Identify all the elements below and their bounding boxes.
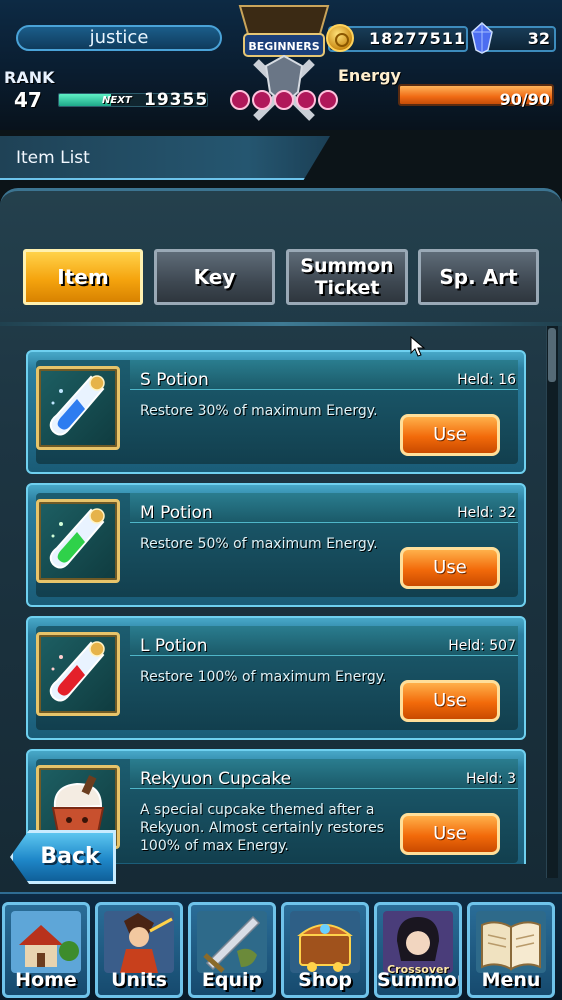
menu-book-icon xyxy=(476,911,546,973)
held-count: Held: 16 xyxy=(457,372,516,388)
list-item[interactable]: M Potion Held: 32 Restore 50% of maximum… xyxy=(26,483,526,607)
nav-label: Equip xyxy=(201,969,263,991)
item-name: L Potion xyxy=(140,636,208,656)
green-potion-icon xyxy=(49,508,105,569)
item-name: S Potion xyxy=(140,370,209,390)
nav-menu[interactable]: Menu xyxy=(467,902,555,998)
nav-label: Menu xyxy=(481,969,541,991)
tab-summon-line2: Ticket xyxy=(314,277,380,299)
scroll-thumb[interactable] xyxy=(548,328,556,382)
item-icon-frame xyxy=(36,499,120,583)
held-count: Held: 3 xyxy=(466,771,516,787)
item-description: A special cupcake themed after a Rekyuon… xyxy=(140,802,385,854)
next-exp-value: 19355 xyxy=(144,90,209,110)
tab-summon-ticket[interactable]: Summon Ticket xyxy=(286,249,408,305)
tab-summon-line1: Summon xyxy=(300,255,394,277)
use-button[interactable]: Use xyxy=(400,680,500,722)
player-name[interactable]: justice xyxy=(16,25,222,51)
held-count: Held: 507 xyxy=(448,638,516,654)
energy-label: Energy xyxy=(338,66,401,85)
use-button[interactable]: Use xyxy=(400,813,500,855)
item-description: Restore 50% of maximum Energy. xyxy=(140,536,378,552)
item-name: M Potion xyxy=(140,503,213,523)
item-icon-frame xyxy=(36,366,120,450)
next-label: NEXT xyxy=(102,95,132,106)
item-list[interactable]: S Potion Held: 16 Restore 30% of maximum… xyxy=(0,330,546,864)
use-button[interactable]: Use xyxy=(400,414,500,456)
page-title: Item List xyxy=(16,148,90,168)
tab-key[interactable]: Key xyxy=(154,249,275,305)
nav-equip[interactable]: Equip xyxy=(188,902,276,998)
cursor-icon xyxy=(410,336,426,357)
nav-label: Summon xyxy=(377,969,462,991)
use-button[interactable]: Use xyxy=(400,547,500,589)
units-icon xyxy=(104,911,174,973)
item-icon-frame xyxy=(36,632,120,716)
rank-label: RANK xyxy=(4,68,55,87)
rank-value: 47 xyxy=(14,88,42,112)
list-item[interactable]: S Potion Held: 16 Restore 30% of maximum… xyxy=(26,350,526,474)
blue-potion-icon xyxy=(49,375,105,436)
item-name: Rekyuon Cupcake xyxy=(140,769,292,789)
shop-icon xyxy=(290,911,360,973)
emblem-text: BEGINNERS xyxy=(248,40,319,53)
list-scrollbar[interactable] xyxy=(546,326,558,878)
nav-home[interactable]: Home xyxy=(2,902,90,998)
beginners-emblem[interactable]: BEGINNERS xyxy=(226,0,342,126)
equip-icon xyxy=(197,911,267,973)
home-icon xyxy=(11,911,81,973)
nav-label: Shop xyxy=(298,969,352,991)
list-item[interactable]: L Potion Held: 507 Restore 100% of maxim… xyxy=(26,616,526,740)
tab-item[interactable]: Item xyxy=(23,249,143,305)
item-description: Restore 100% of maximum Energy. xyxy=(140,669,387,685)
back-button[interactable]: Back xyxy=(10,830,116,884)
item-description: Restore 30% of maximum Energy. xyxy=(140,403,378,419)
gold-value: 18277511 xyxy=(368,29,466,48)
lapis-gem-icon xyxy=(471,22,493,54)
status-header: justice RANK 47 NEXT 19355 BEGINNERS 182… xyxy=(0,0,562,130)
nav-label: Home xyxy=(15,969,77,991)
nav-label: Units xyxy=(111,969,167,991)
gem-value: 32 xyxy=(527,29,550,48)
gold-coin-icon xyxy=(326,24,354,52)
held-count: Held: 32 xyxy=(457,505,516,521)
red-potion-icon xyxy=(49,641,105,702)
nav-units[interactable]: Units xyxy=(95,902,183,998)
nav-summon[interactable]: Crossover Summon xyxy=(374,902,462,998)
nav-shop[interactable]: Shop xyxy=(281,902,369,998)
energy-value: 90/90 xyxy=(499,90,550,109)
tab-divider xyxy=(0,322,562,326)
tab-sp-art[interactable]: Sp. Art xyxy=(418,249,539,305)
